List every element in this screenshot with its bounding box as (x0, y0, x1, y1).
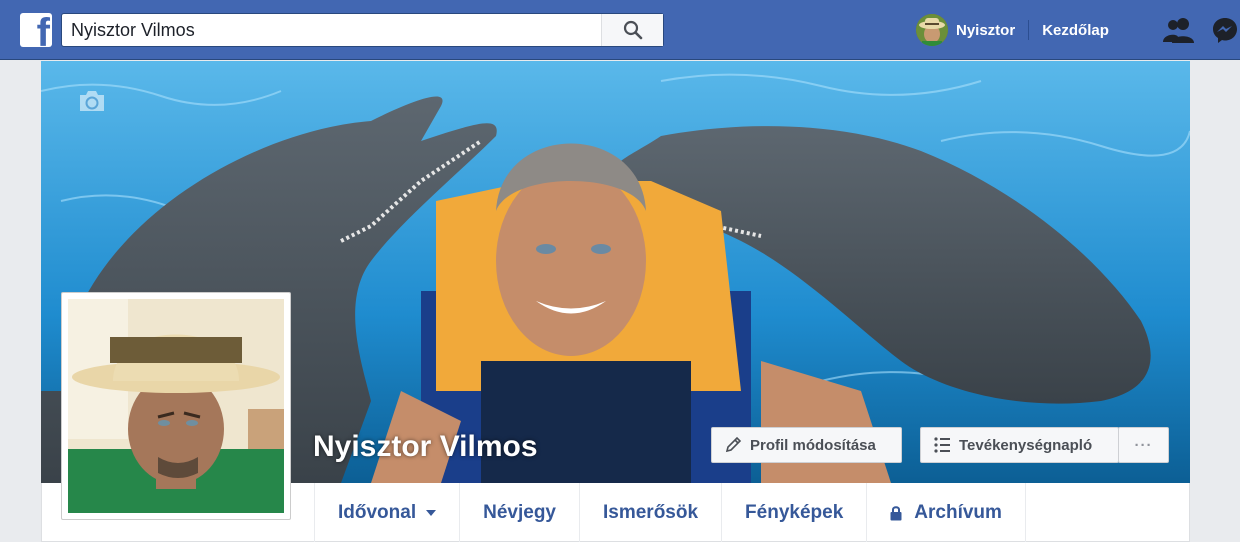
search-box (61, 13, 664, 47)
facebook-logo[interactable]: f (20, 13, 52, 47)
edit-profile-button[interactable]: Profil módosítása (711, 427, 902, 463)
profile-name: Nyisztor Vilmos (313, 430, 538, 463)
profile-picture[interactable] (61, 292, 291, 520)
nav-profile-link[interactable]: Nyisztor Kezdőlap (916, 14, 1109, 46)
search-button[interactable] (601, 14, 663, 46)
messenger-icon[interactable] (1211, 16, 1239, 44)
activity-log-button[interactable]: Tevékenységnapló (920, 427, 1119, 463)
friends-icon[interactable] (1163, 16, 1195, 44)
nav-divider (1028, 20, 1030, 40)
tab-about[interactable]: Névjegy (460, 483, 580, 542)
tab-about-label: Névjegy (483, 501, 556, 523)
tab-timeline-label: Idővonal (338, 501, 417, 523)
tab-archive[interactable]: Archívum (867, 483, 1026, 542)
search-icon (623, 20, 642, 40)
top-navigation-bar: f Nyisztor Kezdőlap (0, 0, 1240, 60)
edit-profile-label: Profil módosítása (750, 436, 876, 454)
lock-icon (890, 505, 902, 520)
camera-icon[interactable] (77, 89, 107, 113)
avatar (916, 14, 948, 46)
tab-friends[interactable]: Ismerősök (580, 483, 723, 542)
caret-down-icon (426, 509, 437, 516)
activity-log-label: Tevékenységnapló (959, 436, 1093, 454)
list-icon (934, 437, 950, 453)
tab-archive-label: Archívum (914, 501, 1002, 523)
more-options-button[interactable]: ··· (1118, 427, 1169, 463)
tab-photos-label: Fényképek (745, 501, 844, 523)
tab-photos[interactable]: Fényképek (722, 483, 868, 542)
tab-timeline[interactable]: Idővonal (315, 483, 461, 542)
tab-friends-label: Ismerősök (603, 501, 699, 523)
more-options-label: ··· (1134, 436, 1153, 454)
profile-tabs: Idővonal Névjegy Ismerősök Fényképek Arc… (314, 483, 1026, 542)
nav-user-name: Nyisztor (956, 21, 1016, 39)
pencil-icon (725, 436, 742, 453)
nav-home-link[interactable]: Kezdőlap (1042, 22, 1109, 39)
search-input[interactable] (62, 14, 602, 46)
